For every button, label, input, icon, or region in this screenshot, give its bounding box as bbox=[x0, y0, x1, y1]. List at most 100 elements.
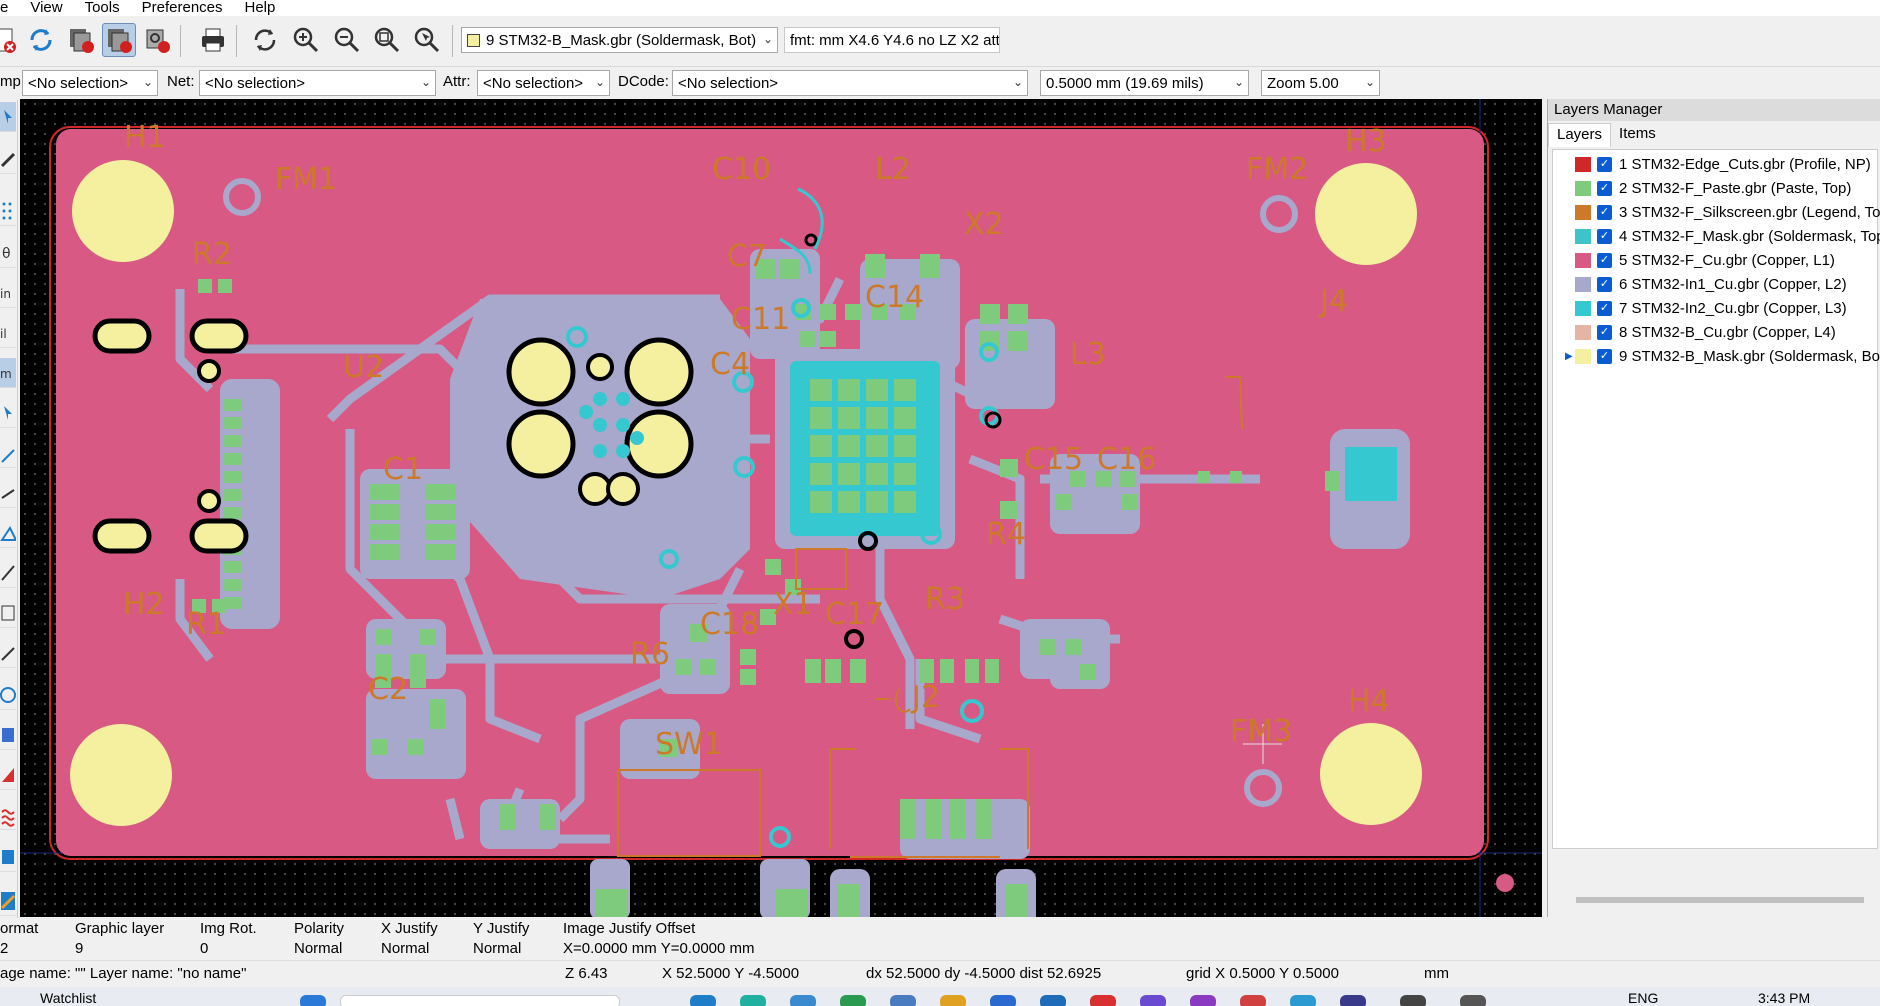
taskbar-app-icon[interactable] bbox=[690, 995, 716, 1006]
polar-coords-icon[interactable]: θ bbox=[0, 238, 16, 268]
chevron-down-icon: ⌄ bbox=[1012, 75, 1023, 89]
redraw-icon[interactable] bbox=[248, 23, 282, 57]
active-layer-select[interactable]: 9 STM32-B_Mask.gbr (Soldermask, Bot) ⌄ bbox=[461, 27, 778, 53]
dcode-filter-select[interactable]: <No selection> ⌄ bbox=[672, 70, 1028, 96]
negative-objects-icon[interactable] bbox=[0, 558, 16, 588]
diff-mode-icon[interactable] bbox=[0, 680, 16, 710]
layer-visibility-checkbox[interactable]: ✓ bbox=[1597, 348, 1612, 364]
layer-row-1[interactable]: ✓ 1 STM32-Edge_Cuts.gbr (Profile, NP) bbox=[1553, 152, 1871, 176]
polarity-header: Polarity bbox=[294, 920, 345, 937]
measure-tool-icon[interactable] bbox=[0, 144, 16, 174]
zoom-select[interactable]: Zoom 5.00 ⌄ bbox=[1261, 70, 1380, 96]
layer-row-4[interactable]: ✓ 4 STM32-F_Mask.gbr (Soldermask, Top) bbox=[1553, 224, 1880, 248]
layer-swatch[interactable] bbox=[1575, 204, 1591, 220]
show-border-icon[interactable] bbox=[0, 638, 16, 668]
menu-preferences[interactable]: Preferences bbox=[142, 0, 223, 16]
taskbar-app-icon[interactable] bbox=[1140, 995, 1166, 1006]
layer-row-2[interactable]: ✓ 2 STM32-F_Paste.gbr (Paste, Top) bbox=[1553, 176, 1851, 200]
layer-row-5[interactable]: ✓ 5 STM32-F_Cu.gbr (Copper, L1) bbox=[1553, 248, 1835, 272]
layer-swatch[interactable] bbox=[1575, 156, 1591, 172]
3d-view-icon[interactable] bbox=[0, 842, 16, 872]
cmp-filter-select[interactable]: <No selection> ⌄ bbox=[22, 70, 158, 96]
layer-visibility-checkbox[interactable]: ✓ bbox=[1597, 324, 1612, 340]
layer-visibility-checkbox[interactable]: ✓ bbox=[1597, 276, 1612, 292]
layer-swatch[interactable] bbox=[1575, 300, 1591, 316]
grid-toggle-icon[interactable] bbox=[0, 196, 16, 226]
windows-start-icon[interactable] bbox=[300, 995, 326, 1006]
taskbar-watchlist[interactable]: Watchlist bbox=[40, 990, 96, 1006]
dcode-display-icon[interactable] bbox=[0, 598, 16, 628]
img-rot-header: Img Rot. bbox=[200, 920, 257, 937]
layer-swatch[interactable] bbox=[1575, 348, 1591, 364]
taskbar-app-icon[interactable] bbox=[940, 995, 966, 1006]
pcb-editor-icon[interactable] bbox=[0, 886, 16, 916]
menu-help[interactable]: Help bbox=[245, 0, 276, 16]
layer-row-8[interactable]: ✓ 8 STM32-B_Cu.gbr (Copper, L4) bbox=[1553, 320, 1836, 344]
clear-layers-icon[interactable] bbox=[0, 23, 20, 57]
layer-row-6[interactable]: ✓ 6 STM32-In1_Cu.gbr (Copper, L2) bbox=[1553, 272, 1847, 296]
show-lines-icon[interactable] bbox=[0, 478, 16, 508]
label-c2: C2 bbox=[368, 672, 408, 707]
layers-manager-toggle-icon[interactable] bbox=[0, 800, 16, 830]
taskbar-app-icon[interactable] bbox=[1460, 995, 1486, 1006]
taskbar-app-icon[interactable] bbox=[1290, 995, 1316, 1006]
layer-swatch[interactable] bbox=[1575, 228, 1591, 244]
layer-swatch[interactable] bbox=[1575, 276, 1591, 292]
layer-visibility-checkbox[interactable]: ✓ bbox=[1597, 300, 1612, 316]
layer-row-7[interactable]: ✓ 7 STM32-In2_Cu.gbr (Copper, L3) bbox=[1553, 296, 1847, 320]
layer-visibility-checkbox[interactable]: ✓ bbox=[1597, 252, 1612, 268]
taskbar-language[interactable]: ENG bbox=[1628, 990, 1658, 1006]
taskbar-app-icon[interactable] bbox=[1090, 995, 1116, 1006]
layer-row-9[interactable]: ▶ ✓ 9 STM32-B_Mask.gbr (Soldermask, Bot) bbox=[1553, 344, 1880, 368]
layer-visibility-checkbox[interactable]: ✓ bbox=[1597, 156, 1612, 172]
layer-row-3[interactable]: ✓ 3 STM32-F_Silkscreen.gbr (Legend, Top) bbox=[1553, 200, 1880, 224]
units-mm-icon[interactable]: m bbox=[0, 358, 16, 388]
high-contrast-icon[interactable] bbox=[0, 760, 16, 790]
zoom-selection-icon[interactable] bbox=[410, 23, 444, 57]
origin-marker bbox=[1496, 874, 1514, 892]
layer-swatch[interactable] bbox=[1575, 324, 1591, 340]
show-flashed-icon[interactable] bbox=[0, 438, 16, 468]
taskbar-app-icon[interactable] bbox=[1400, 995, 1426, 1006]
taskbar-app-icon[interactable] bbox=[790, 995, 816, 1006]
zoom-out-icon[interactable] bbox=[330, 23, 364, 57]
taskbar-app-icon[interactable] bbox=[1040, 995, 1066, 1006]
grid-select[interactable]: 0.5000 mm (19.69 mils) ⌄ bbox=[1040, 70, 1249, 96]
layers-horizontal-scrollbar[interactable] bbox=[1576, 897, 1864, 903]
menu-tools[interactable]: Tools bbox=[85, 0, 120, 16]
taskbar-app-icon[interactable] bbox=[840, 995, 866, 1006]
search-box[interactable] bbox=[340, 995, 620, 1006]
flip-view-icon[interactable] bbox=[0, 720, 16, 750]
attr-filter-select[interactable]: <No selection> ⌄ bbox=[477, 70, 610, 96]
reload-icon[interactable] bbox=[24, 23, 58, 57]
taskbar-app-icon[interactable] bbox=[990, 995, 1016, 1006]
show-polygons-icon[interactable] bbox=[0, 518, 16, 548]
gerber-canvas[interactable]: H1 FM1 R2 U2 R1 C1 C2 H2 C10 L2 X2 C7 C1… bbox=[20, 99, 1542, 917]
taskbar-app-icon[interactable] bbox=[1340, 995, 1366, 1006]
select-tool-icon[interactable] bbox=[0, 102, 16, 132]
zoom-fit-icon[interactable] bbox=[370, 23, 404, 57]
tab-items[interactable]: Items bbox=[1611, 123, 1664, 147]
layer-swatch[interactable] bbox=[1575, 180, 1591, 196]
net-filter-select[interactable]: <No selection> ⌄ bbox=[199, 70, 436, 96]
flash-items-icon[interactable] bbox=[140, 23, 174, 57]
taskbar-app-icon[interactable] bbox=[1240, 995, 1266, 1006]
taskbar-app-icon[interactable] bbox=[890, 995, 916, 1006]
taskbar-app-icon[interactable] bbox=[1190, 995, 1216, 1006]
menu-view[interactable]: View bbox=[30, 0, 62, 16]
units-mil-icon[interactable]: il bbox=[0, 318, 16, 348]
layer-swatch[interactable] bbox=[1575, 252, 1591, 268]
tab-layers[interactable]: Layers bbox=[1548, 123, 1612, 147]
layers-stack-icon[interactable] bbox=[64, 23, 98, 57]
layers-highlight-icon[interactable] bbox=[102, 23, 136, 57]
units-icon[interactable]: in bbox=[0, 278, 16, 308]
print-icon[interactable] bbox=[196, 23, 230, 57]
layer-visibility-checkbox[interactable]: ✓ bbox=[1597, 204, 1612, 220]
cursor-shape-icon[interactable] bbox=[0, 398, 16, 428]
menu-file[interactable]: e bbox=[0, 0, 8, 16]
zoom-in-icon[interactable] bbox=[289, 23, 323, 57]
taskbar-clock[interactable]: 3:43 PM bbox=[1758, 990, 1810, 1006]
layer-visibility-checkbox[interactable]: ✓ bbox=[1597, 228, 1612, 244]
layer-visibility-checkbox[interactable]: ✓ bbox=[1597, 180, 1612, 196]
taskbar-app-icon[interactable] bbox=[740, 995, 766, 1006]
